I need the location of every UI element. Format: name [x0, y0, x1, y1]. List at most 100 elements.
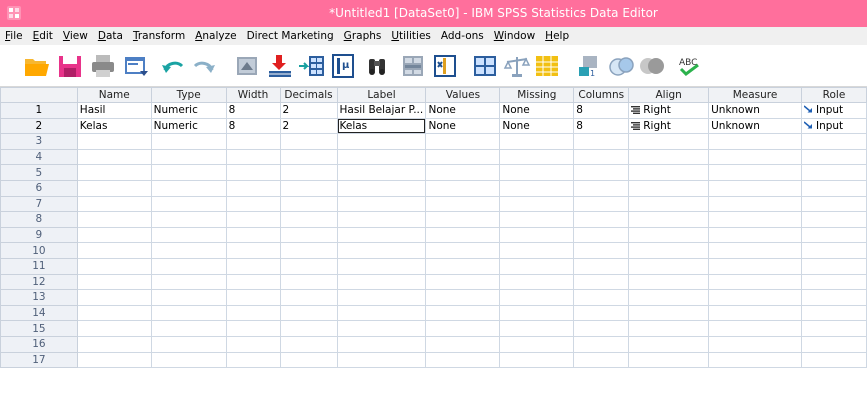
- menu-window[interactable]: Window: [489, 27, 540, 45]
- cell-columns[interactable]: [573, 242, 630, 259]
- cell-width[interactable]: [225, 351, 281, 369]
- cell-missing[interactable]: [499, 273, 575, 291]
- cell-label[interactable]: [336, 226, 427, 244]
- cell-values[interactable]: [425, 195, 501, 213]
- cell-width[interactable]: 8: [225, 102, 281, 119]
- cell-label[interactable]: Hasil Belajar P...: [336, 102, 427, 119]
- open-folder-icon[interactable]: [22, 52, 52, 80]
- cell-role[interactable]: Input: [800, 102, 867, 119]
- menu-analyze[interactable]: Analyze: [190, 27, 241, 45]
- cell-values[interactable]: [425, 148, 501, 166]
- cell-name[interactable]: [76, 195, 152, 213]
- column-header-values[interactable]: Values: [425, 87, 501, 103]
- cell-columns[interactable]: [573, 148, 630, 166]
- cell-decimals[interactable]: [279, 304, 338, 322]
- cell-name[interactable]: [76, 164, 152, 181]
- cell-align[interactable]: [628, 179, 710, 197]
- cell-role[interactable]: [800, 242, 867, 259]
- row-number[interactable]: 5: [0, 164, 78, 181]
- cell-measure[interactable]: [708, 320, 802, 337]
- goto-variable-icon[interactable]: [265, 52, 295, 80]
- cell-label[interactable]: [336, 148, 427, 166]
- cell-decimals[interactable]: 2: [279, 102, 338, 119]
- cell-role[interactable]: [800, 351, 867, 369]
- cell-name[interactable]: Kelas: [76, 117, 152, 135]
- cell-missing[interactable]: [499, 289, 575, 306]
- cell-values[interactable]: [425, 351, 501, 369]
- cell-label[interactable]: [336, 164, 427, 181]
- cell-measure[interactable]: [708, 179, 802, 197]
- row-number[interactable]: 10: [0, 242, 78, 259]
- cell-name[interactable]: [76, 179, 152, 197]
- cell-align[interactable]: [628, 289, 710, 306]
- value-labels-icon[interactable]: 1: [575, 52, 605, 80]
- cell-measure[interactable]: Unknown: [708, 117, 802, 135]
- insert-variable-icon[interactable]: [430, 52, 460, 80]
- cell-values[interactable]: [425, 179, 501, 197]
- row-number[interactable]: 9: [0, 226, 78, 244]
- cell-role[interactable]: [800, 179, 867, 197]
- cell-decimals[interactable]: [279, 211, 338, 228]
- cell-type[interactable]: [150, 351, 227, 369]
- cell-missing[interactable]: None: [499, 117, 575, 135]
- menu-file[interactable]: File: [0, 27, 28, 45]
- column-header-width[interactable]: Width: [225, 87, 281, 103]
- cell-role[interactable]: [800, 133, 867, 150]
- cell-align[interactable]: [628, 211, 710, 228]
- cell-align[interactable]: [628, 148, 710, 166]
- row-number[interactable]: 4: [0, 148, 78, 166]
- cell-missing[interactable]: [499, 148, 575, 166]
- cell-columns[interactable]: [573, 351, 630, 369]
- cell-type[interactable]: [150, 257, 227, 275]
- cell-columns[interactable]: [573, 304, 630, 322]
- use-sets-icon[interactable]: [606, 52, 636, 80]
- cell-width[interactable]: [225, 226, 281, 244]
- cell-label[interactable]: [336, 304, 427, 322]
- cell-role[interactable]: [800, 304, 867, 322]
- cell-label[interactable]: [336, 320, 427, 337]
- cell-columns[interactable]: [573, 257, 630, 275]
- cell-missing[interactable]: [499, 195, 575, 213]
- cell-name[interactable]: [76, 226, 152, 244]
- corner-header-cell[interactable]: [0, 87, 78, 103]
- cell-name[interactable]: [76, 351, 152, 369]
- cell-label[interactable]: [336, 242, 427, 259]
- cell-columns[interactable]: [573, 211, 630, 228]
- column-header-label[interactable]: Label: [336, 87, 427, 103]
- menu-add-ons[interactable]: Add-ons: [436, 27, 489, 45]
- cell-measure[interactable]: [708, 304, 802, 322]
- cell-name[interactable]: [76, 320, 152, 337]
- cell-type[interactable]: [150, 320, 227, 337]
- column-header-columns[interactable]: Columns: [573, 87, 630, 103]
- cell-values[interactable]: [425, 289, 501, 306]
- goto-case-icon[interactable]: [232, 52, 262, 80]
- menu-transform[interactable]: Transform: [128, 27, 190, 45]
- cell-name[interactable]: [76, 242, 152, 259]
- cell-decimals[interactable]: [279, 289, 338, 306]
- cell-missing[interactable]: [499, 226, 575, 244]
- find-icon[interactable]: [362, 52, 392, 80]
- cell-label[interactable]: [336, 335, 427, 353]
- cell-name[interactable]: [76, 211, 152, 228]
- cell-name[interactable]: [76, 289, 152, 306]
- cell-type[interactable]: [150, 179, 227, 197]
- cell-label[interactable]: [336, 179, 427, 197]
- cell-role[interactable]: [800, 211, 867, 228]
- cell-name[interactable]: [76, 257, 152, 275]
- menu-data[interactable]: Data: [93, 27, 128, 45]
- cell-decimals[interactable]: 2: [279, 117, 338, 135]
- cell-missing[interactable]: None: [499, 102, 575, 119]
- cell-width[interactable]: [225, 273, 281, 291]
- cell-measure[interactable]: [708, 335, 802, 353]
- row-number[interactable]: 16: [0, 335, 78, 353]
- cell-role[interactable]: [800, 257, 867, 275]
- cell-label[interactable]: [336, 133, 427, 150]
- cell-measure[interactable]: Unknown: [708, 102, 802, 119]
- cell-align[interactable]: [628, 226, 710, 244]
- row-number[interactable]: 7: [0, 195, 78, 213]
- cell-role[interactable]: Input: [800, 117, 867, 135]
- cell-values[interactable]: [425, 257, 501, 275]
- cell-type[interactable]: [150, 133, 227, 150]
- cell-values[interactable]: [425, 335, 501, 353]
- cell-label[interactable]: [336, 289, 427, 306]
